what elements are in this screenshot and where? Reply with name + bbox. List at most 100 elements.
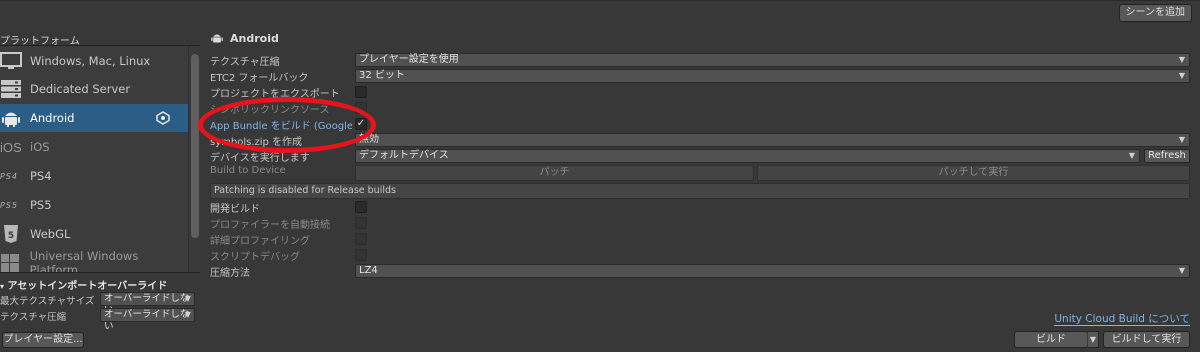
platform-item-ios[interactable]: iOS iOS (0, 133, 188, 161)
max-texture-size-row: 最大テクスチャサイズ オーバーライドしない ▼ (0, 292, 200, 316)
chevron-down-icon: ▼ (1178, 55, 1185, 64)
scrollbar-thumb[interactable] (191, 54, 199, 238)
android-title-text: Android (230, 31, 279, 45)
platform-label: iOS (30, 140, 50, 154)
dropdown-value: デフォルトデバイス (359, 150, 449, 161)
chevron-down-icon: ▼ (184, 294, 191, 303)
symlink-sources-checkbox[interactable] (355, 102, 367, 114)
chevron-down-icon: ▼ (1128, 151, 1135, 160)
texture-compression-row: テクスチャ圧縮 プレイヤー設定を使用 ▼ (210, 53, 1190, 68)
ps5-icon: PS5 (0, 200, 18, 210)
run-device-label: デバイスを実行します (210, 153, 310, 164)
add-scene-button[interactable]: シーンを追加 (1118, 4, 1192, 22)
chevron-down-icon: ▼ (184, 310, 191, 319)
deep-profiling-row: 詳細プロファイリング (210, 232, 1190, 247)
platform-scrollbar[interactable] (188, 46, 200, 272)
android-settings-title: Android (210, 31, 279, 45)
script-debugging-checkbox[interactable] (355, 249, 367, 261)
texture-compression-override-label: テクスチャ圧縮 (0, 312, 67, 323)
platform-item-ps5[interactable]: PS5 PS5 (0, 191, 188, 219)
chevron-down-icon: ▼ (1178, 266, 1185, 275)
texture-compression-label: テクスチャ圧縮 (210, 57, 280, 68)
etc2-fallback-row: ETC2 フォールバック 32 ビット ▼ (210, 69, 1190, 84)
autoconnect-profiler-checkbox[interactable] (355, 217, 367, 229)
monitor-icon (0, 50, 26, 72)
max-texture-size-label: 最大テクスチャサイズ (0, 296, 95, 307)
html5-icon: 5 (0, 223, 26, 245)
platform-item-ps4[interactable]: PS4 PS4 (0, 162, 188, 190)
patch-button[interactable]: パッチ (355, 165, 754, 181)
platform-item-standalone[interactable]: Windows, Mac, Linux (0, 47, 188, 75)
platform-list[interactable]: Windows, Mac, Linux Dedicated Server And… (0, 45, 200, 273)
compression-method-row: 圧縮方法 LZ4 ▼ (210, 264, 1190, 279)
player-settings-button[interactable]: プレイヤー設定... (2, 332, 84, 348)
platform-item-webgl[interactable]: 5 WebGL (0, 220, 188, 248)
autoconnect-profiler-label: プロファイラーを自動接続 (210, 220, 330, 231)
platform-item-dedicated-server[interactable]: Dedicated Server (0, 75, 188, 103)
texture-compression-override-dropdown[interactable]: オーバーライドしない ▼ (100, 308, 195, 332)
platform-item-uwp[interactable]: Universal Windows Platform (0, 249, 188, 273)
platform-label: Universal Windows Platform (29, 249, 139, 273)
build-and-run-button[interactable]: ビルドして実行 (1103, 331, 1190, 348)
refresh-button[interactable]: Refresh (1144, 149, 1190, 163)
deep-profiling-checkbox[interactable] (355, 233, 367, 245)
export-project-label: プロジェクトをエクスポート (210, 89, 340, 100)
asset-import-title: アセットインポートオーバーライド (7, 281, 168, 292)
android-icon (0, 107, 26, 129)
platform-label: Windows, Mac, Linux (30, 54, 151, 68)
dropdown-value: 32 ビット (359, 70, 405, 81)
platform-label: PS5 (30, 198, 52, 212)
symlink-sources-row: シンボリックリンクソース (210, 101, 1190, 116)
svg-text:5: 5 (8, 231, 14, 241)
platform-label: WebGL (30, 227, 71, 241)
script-debugging-label: スクリプトデバッグ (210, 252, 300, 263)
chevron-down-icon: ▼ (1178, 71, 1185, 80)
export-project-row: プロジェクトをエクスポート (210, 85, 1190, 100)
patch-and-run-button[interactable]: パッチして実行 (757, 165, 1190, 181)
export-project-checkbox[interactable] (355, 86, 367, 98)
chevron-down-icon: ▼ (1178, 135, 1185, 144)
script-debugging-row: スクリプトデバッグ (210, 248, 1190, 263)
texture-compression-dropdown[interactable]: プレイヤー設定を使用 ▼ (355, 53, 1190, 67)
run-device-dropdown[interactable]: デフォルトデバイス ▼ (355, 149, 1140, 163)
platform-header: プラットフォーム (0, 36, 80, 47)
symbols-zip-dropdown[interactable]: 無効 ▼ (355, 133, 1190, 147)
windows-icon (0, 252, 26, 272)
chevron-down-icon: ▼ (1089, 335, 1097, 344)
platform-label: Dedicated Server (30, 82, 131, 96)
compression-method-dropdown[interactable]: LZ4 ▼ (355, 264, 1190, 278)
symbols-zip-label: symbols.zip を作成 (210, 137, 303, 148)
build-to-device-row: Build to Device パッチ パッチして実行 (210, 165, 1190, 181)
compression-method-label: 圧縮方法 (210, 268, 250, 279)
texture-compression-override-row: テクスチャ圧縮 オーバーライドしない ▼ (0, 308, 200, 332)
app-bundle-label: App Bundle をビルド (Google Play) (210, 121, 352, 132)
dropdown-value: 無効 (359, 134, 379, 145)
asset-import-header[interactable]: ▾ アセットインポートオーバーライド (0, 277, 200, 292)
development-build-checkbox[interactable] (355, 201, 367, 213)
development-build-row: 開発ビルド (210, 200, 1190, 215)
unity-cloud-build-link[interactable]: Unity Cloud Build について (1054, 313, 1190, 326)
etc2-fallback-dropdown[interactable]: 32 ビット ▼ (355, 69, 1190, 83)
autoconnect-profiler-row: プロファイラーを自動接続 (210, 216, 1190, 231)
platform-label: PS4 (30, 169, 52, 183)
app-bundle-row: App Bundle をビルド (Google Play) ✓ (210, 117, 1190, 132)
dropdown-value: プレイヤー設定を使用 (359, 54, 459, 65)
etc2-fallback-label: ETC2 フォールバック (210, 73, 309, 84)
ios-icon: iOS (0, 139, 22, 155)
max-texture-size-dropdown[interactable]: オーバーライドしない ▼ (100, 292, 195, 316)
build-options-dropdown[interactable]: ▼ (1087, 331, 1099, 348)
android-icon (211, 34, 223, 43)
development-build-label: 開発ビルド (210, 204, 260, 215)
symlink-sources-label: シンボリックリンクソース (210, 105, 330, 116)
build-button[interactable]: ビルド (1014, 331, 1088, 348)
top-separator (0, 0, 1200, 1)
symbols-zip-row: symbols.zip を作成 無効 ▼ (210, 133, 1190, 148)
platform-label: Android (30, 111, 75, 125)
app-bundle-checkbox[interactable]: ✓ (355, 118, 367, 130)
deep-profiling-label: 詳細プロファイリング (210, 236, 310, 247)
platform-item-android[interactable]: Android (0, 104, 188, 132)
dropdown-value: オーバーライドしない (104, 309, 190, 332)
run-device-row: デバイスを実行します デフォルトデバイス ▼ Refresh (210, 149, 1190, 164)
ps4-icon: PS4 (0, 171, 18, 181)
dropdown-value: LZ4 (359, 265, 378, 276)
